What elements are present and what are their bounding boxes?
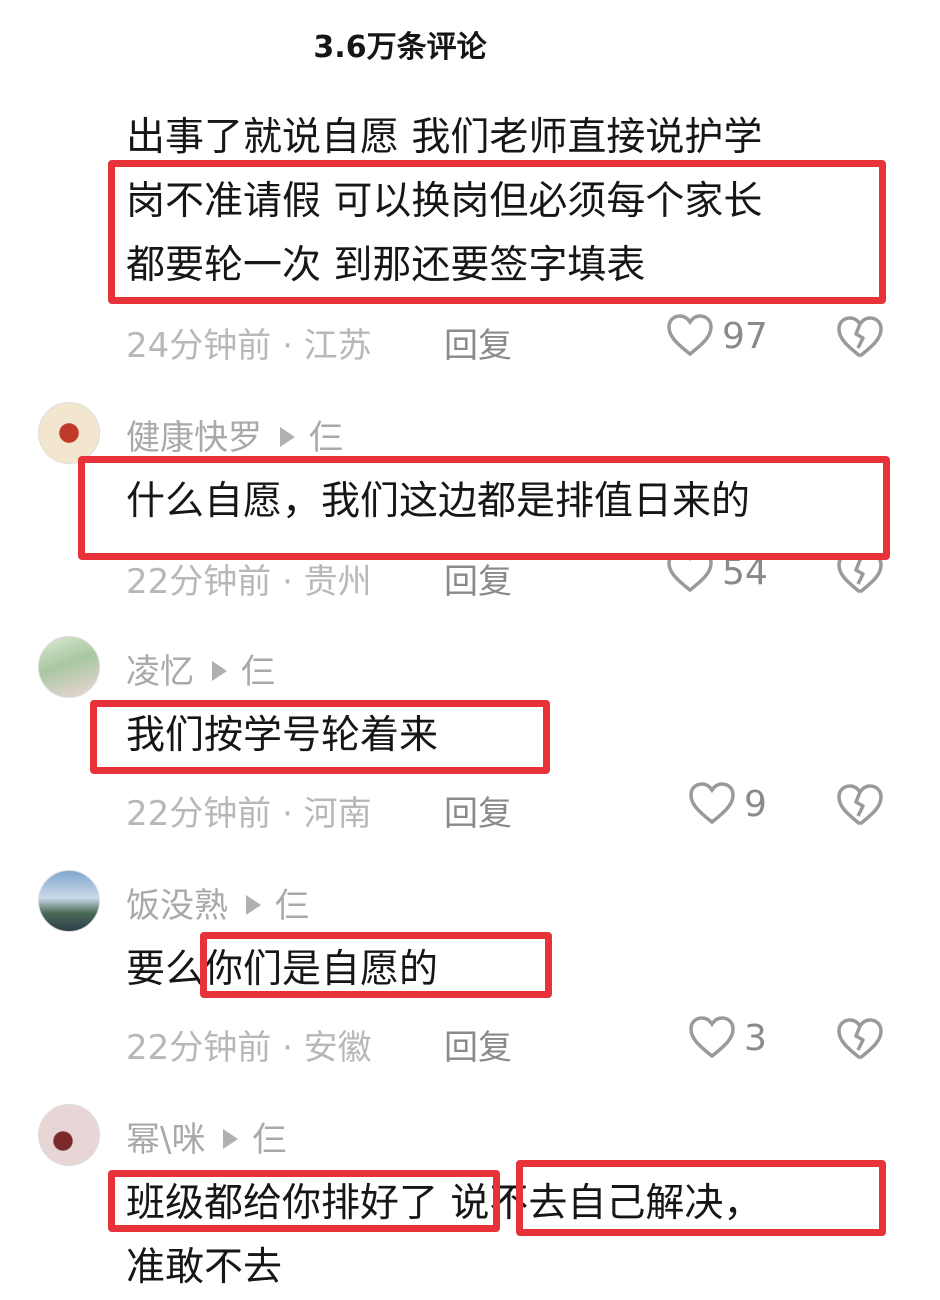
reply-button[interactable]: 回复 (444, 554, 512, 603)
play-arrow-icon (280, 426, 295, 447)
reply-target: 仨 (309, 418, 343, 458)
avatar[interactable] (38, 636, 100, 698)
username-label: 凌忆 (126, 652, 194, 692)
comment-text: 班级都给你排好了 说不去自己解决， 准敢不去 (126, 1172, 762, 1300)
avatar[interactable] (38, 1104, 100, 1166)
broken-heart-icon (836, 1018, 884, 1062)
reply-target: 仨 (252, 1120, 287, 1160)
reply-target: 仨 (241, 652, 275, 692)
play-arrow-icon (246, 894, 261, 915)
heart-icon (666, 314, 714, 358)
comment-line: 都要轮一次 到那还要签字填表 (126, 243, 646, 288)
reply-button[interactable]: 回复 (444, 786, 512, 835)
username[interactable]: 饭没熟 仨 (126, 878, 309, 927)
comment-line: 出事了就说自愿 我们老师直接说护学 (126, 115, 763, 160)
like-button[interactable]: 9 (688, 782, 767, 826)
username[interactable]: 凌忆 仨 (126, 644, 275, 693)
comment-line: 班级都给你排好了 说不去自己解决， (126, 1181, 763, 1226)
like-count: 9 (744, 783, 767, 825)
comment-meta: 22分钟前 · 贵州 (126, 562, 372, 602)
broken-heart-icon (836, 552, 884, 596)
dislike-button[interactable] (836, 552, 884, 596)
username-label: 幂\咪 (126, 1120, 206, 1160)
like-count: 97 (722, 315, 768, 357)
comment-meta: 24分钟前 · 江苏 (126, 326, 372, 366)
like-button[interactable]: 97 (666, 314, 768, 358)
like-button[interactable]: 54 (666, 550, 768, 594)
dislike-button[interactable] (836, 316, 884, 360)
like-count: 3 (744, 1017, 767, 1059)
comment-meta: 22分钟前 · 河南 (126, 794, 372, 834)
username-label: 健康快罗 (126, 418, 262, 458)
comment-text: 我们按学号轮着来 (126, 704, 438, 768)
comment-line: 岗不准请假 可以换岗但必须每个家长 (126, 179, 763, 224)
play-arrow-icon (223, 1128, 239, 1149)
comment-line: 要么你们是自愿的 (126, 947, 439, 992)
comment-text: 什么自愿，我们这边都是排值日来的 (126, 470, 750, 534)
username[interactable]: 幂\咪 仨 (126, 1112, 286, 1161)
comment-line: 准敢不去 (126, 1245, 283, 1290)
heart-icon (688, 782, 736, 826)
reply-button[interactable]: 回复 (444, 318, 512, 367)
like-button[interactable]: 3 (688, 1016, 767, 1060)
dislike-button[interactable] (836, 1018, 884, 1062)
comment-text: 出事了就说自愿 我们老师直接说护学 岗不准请假 可以换岗但必须每个家长 都要轮一… (126, 106, 762, 298)
reply-button[interactable]: 回复 (444, 1020, 512, 1069)
dislike-button[interactable] (836, 784, 884, 828)
heart-icon (666, 550, 714, 594)
avatar[interactable] (38, 870, 100, 932)
broken-heart-icon (836, 784, 884, 828)
comments-count-title: 3.6万条评论 (313, 30, 487, 65)
comment-text: 要么你们是自愿的 (126, 938, 438, 1002)
username[interactable]: 健康快罗 仨 (126, 410, 343, 459)
username-label: 饭没熟 (126, 886, 228, 926)
play-arrow-icon (212, 660, 227, 681)
like-count: 54 (722, 551, 768, 593)
broken-heart-icon (836, 316, 884, 360)
comment-line: 什么自愿，我们这边都是排值日来的 (126, 479, 751, 524)
reply-target: 仨 (275, 886, 309, 926)
comment-line: 我们按学号轮着来 (126, 713, 439, 758)
heart-icon (688, 1016, 736, 1060)
comment-meta: 22分钟前 · 安徽 (126, 1028, 372, 1068)
avatar[interactable] (38, 402, 100, 464)
